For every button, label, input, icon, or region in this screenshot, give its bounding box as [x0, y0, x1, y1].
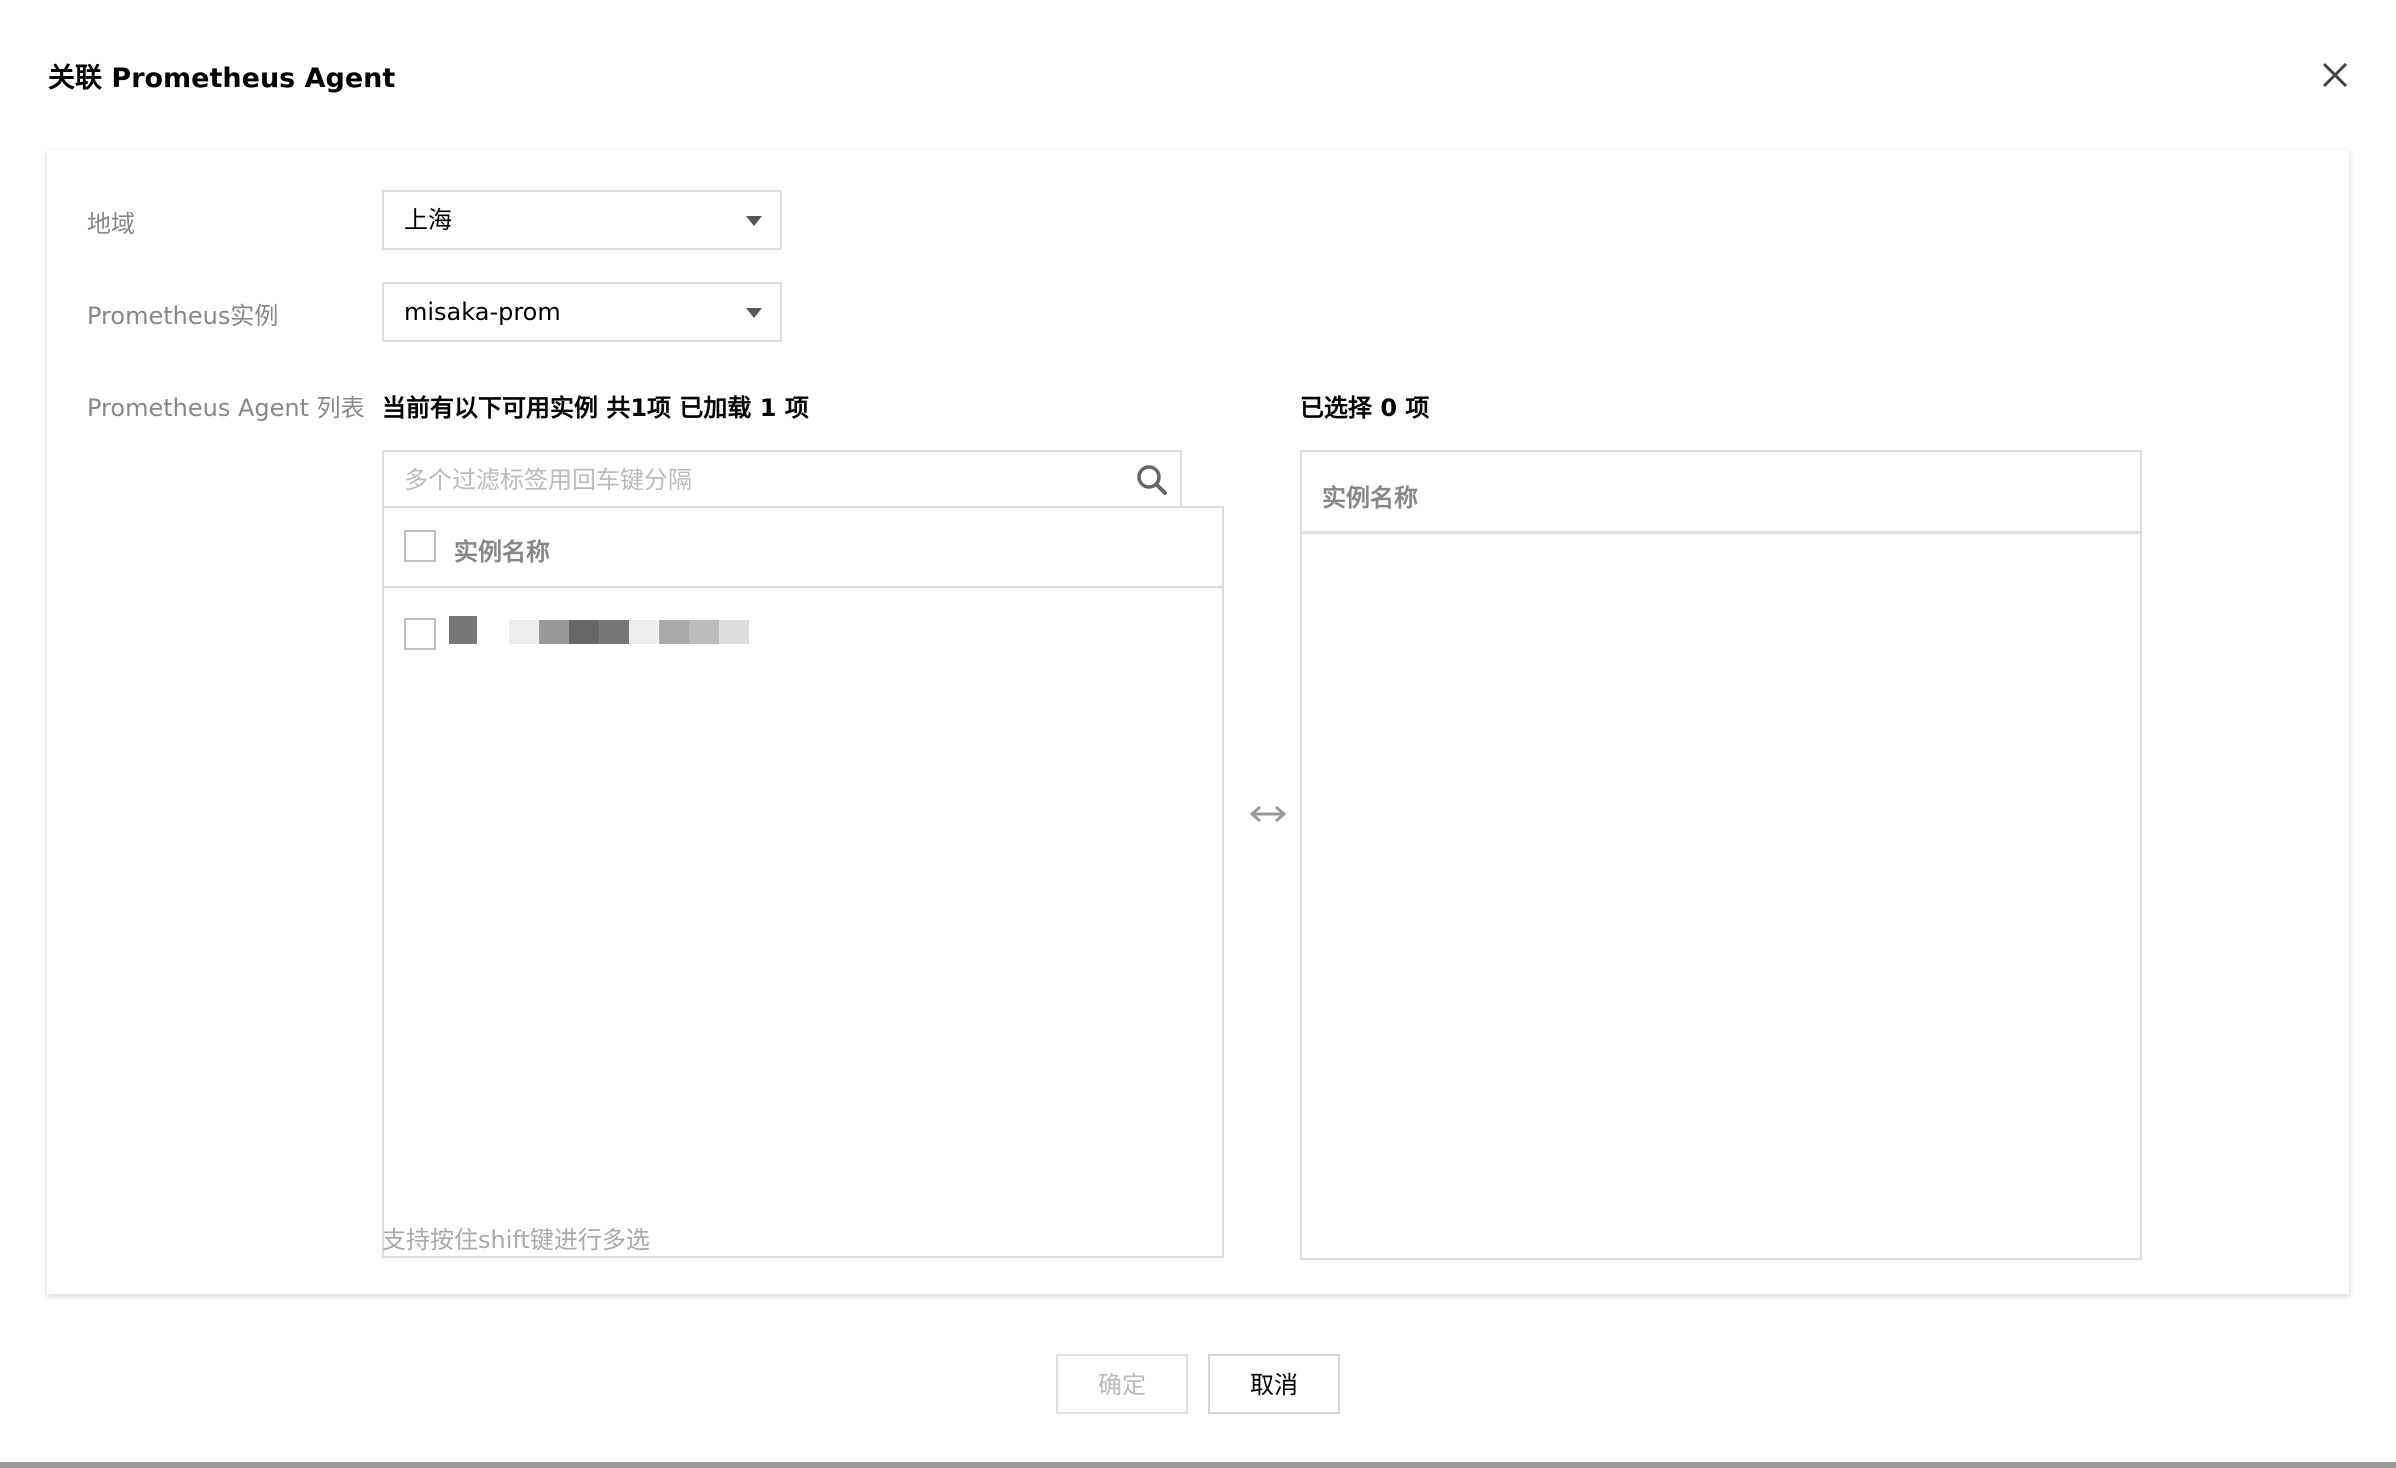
bottom-divider: [0, 1462, 2396, 1468]
row-checkbox[interactable]: [404, 618, 436, 650]
select-all-checkbox[interactable]: [404, 530, 436, 562]
bidirectional-arrow-icon: [1247, 802, 1289, 826]
source-instance-table: 实例名称: [382, 506, 1224, 1258]
multi-select-hint: 支持按住shift键进行多选: [382, 1226, 650, 1254]
instance-label: Prometheus实例: [87, 302, 279, 330]
region-select[interactable]: 上海: [382, 190, 782, 250]
instance-select[interactable]: misaka-prom: [382, 282, 782, 342]
selected-instance-table: 实例名称: [1300, 450, 2142, 1260]
search-icon[interactable]: [1134, 462, 1170, 498]
instance-select-value: misaka-prom: [404, 298, 561, 326]
region-select-value: 上海: [404, 206, 452, 234]
source-list-heading: 当前有以下可用实例 共1项 已加载 1 项: [382, 394, 809, 422]
form-panel: 地域 上海 Prometheus实例 misaka-prom Prometheu…: [47, 150, 2349, 1294]
selected-table-header: 实例名称: [1302, 452, 2140, 534]
filter-search-input[interactable]: [384, 452, 1124, 508]
associate-agent-dialog: 关联 Prometheus Agent 地域 上海 Prometheus实例 m…: [0, 0, 2396, 1468]
column-header-instance-name: 实例名称: [454, 538, 550, 566]
redacted-instance-name: [449, 616, 749, 646]
close-icon[interactable]: [2318, 58, 2352, 92]
selected-column-header-instance-name: 实例名称: [1322, 484, 1418, 512]
caret-down-icon: [746, 216, 762, 226]
table-row[interactable]: [384, 590, 1222, 680]
filter-search-box: [382, 450, 1182, 510]
agent-list-label: Prometheus Agent 列表: [87, 394, 365, 422]
selected-list-heading: 已选择 0 项: [1300, 394, 1430, 422]
region-label: 地域: [87, 210, 135, 238]
cancel-button[interactable]: 取消: [1208, 1354, 1340, 1414]
caret-down-icon: [746, 308, 762, 318]
dialog-title: 关联 Prometheus Agent: [48, 63, 396, 94]
confirm-button[interactable]: 确定: [1056, 1354, 1188, 1414]
source-table-header: 实例名称: [384, 508, 1222, 588]
